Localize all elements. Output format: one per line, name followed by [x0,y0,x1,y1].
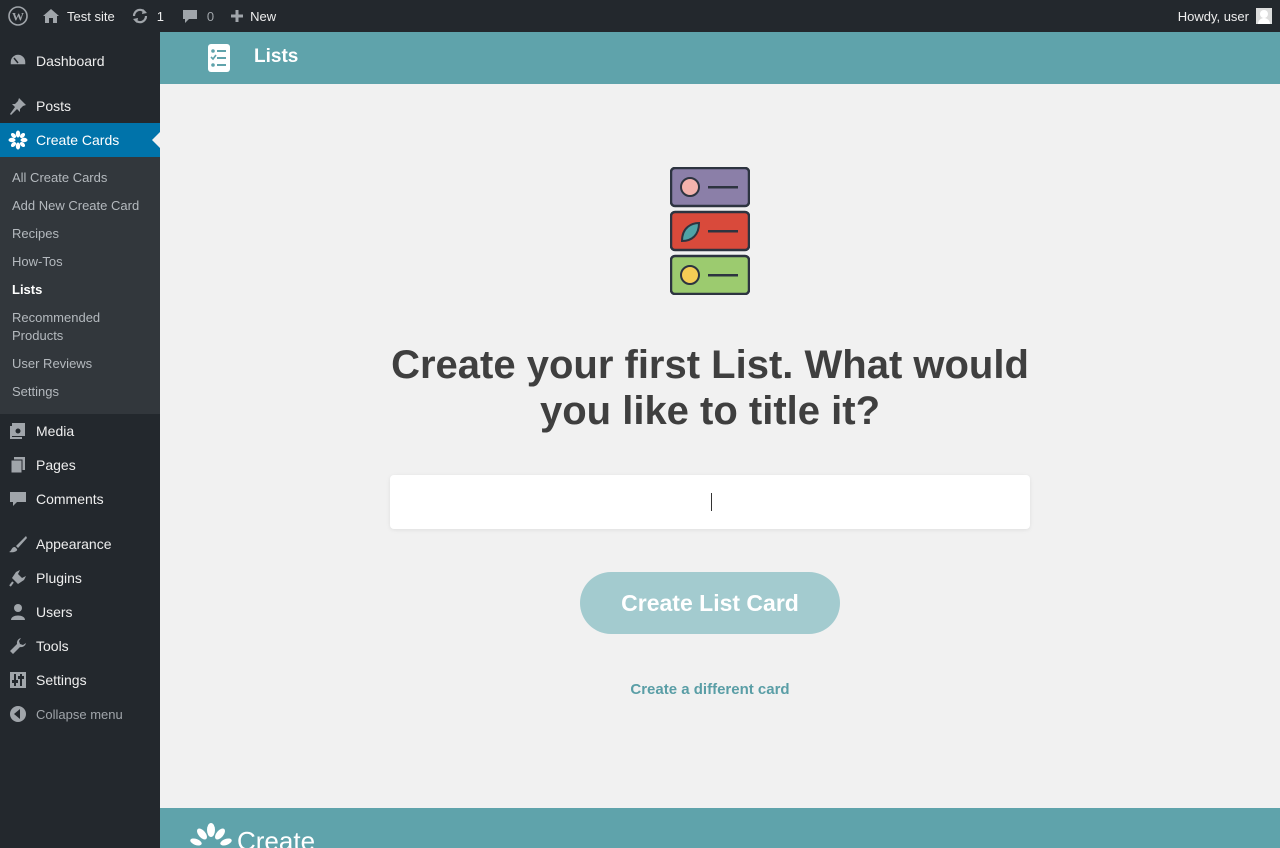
menu-plugins-label: Plugins [36,570,82,586]
menu-comments-label: Comments [36,491,104,507]
submenu-user-reviews[interactable]: User Reviews [0,350,160,378]
menu-create-cards-label: Create Cards [36,132,120,148]
new-content-link[interactable]: New [222,0,284,32]
my-account-link[interactable]: Howdy, user [1170,0,1280,32]
create-prompt-heading: Create your first List. What would you l… [391,343,1029,433]
menu-tools-label: Tools [36,638,69,654]
menu-pages[interactable]: Pages [0,448,160,482]
paintbrush-icon [8,534,28,554]
list-illustration [669,166,751,296]
collapse-arrow-icon [8,704,28,724]
submenu-all-create-cards[interactable]: All Create Cards [0,164,160,192]
avatar [1256,8,1272,24]
updates-link[interactable]: 1 [123,0,173,32]
admin-sidebar: Dashboard Posts Create Cards All Create … [0,32,160,848]
create-list-card-button[interactable]: Create List Card [580,572,840,634]
create-logo-icon [190,822,232,848]
menu-comments[interactable]: Comments [0,482,160,516]
site-name: Test site [67,8,115,24]
wrench-icon [8,636,28,656]
text-caret [711,493,712,511]
updates-count: 1 [156,8,164,24]
submenu-recipes[interactable]: Recipes [0,220,160,248]
plus-icon [230,9,244,23]
menu-appearance[interactable]: Appearance [0,527,160,561]
howdy-text: Howdy, user [1177,8,1249,24]
collapse-menu-label: Collapse menu [36,706,123,722]
menu-create-cards[interactable]: Create Cards [0,123,160,157]
menu-pages-label: Pages [36,457,76,473]
settings-sliders-icon [8,670,28,690]
wordpress-logo-icon[interactable]: W [0,0,34,32]
page-title: Lists [254,46,299,67]
menu-dashboard-label: Dashboard [36,53,105,69]
menu-users-label: Users [36,604,73,620]
media-icon [8,421,28,441]
admin-bar: W Test site 1 0 New Howdy, user [0,0,1280,32]
list-title-input[interactable] [390,475,1030,529]
menu-posts[interactable]: Posts [0,89,160,123]
comments-link[interactable]: 0 [173,0,222,32]
comments-count: 0 [206,8,215,24]
menu-settings[interactable]: Settings [0,663,160,697]
submenu-settings[interactable]: Settings [0,378,160,406]
home-icon [42,8,60,24]
main-content: Create your first List. What would you l… [160,84,1280,808]
submenu-add-new-create-card[interactable]: Add New Create Card [0,192,160,220]
comments-icon [8,489,28,509]
pages-icon [8,455,28,475]
dashboard-icon [8,51,28,71]
user-icon [8,602,28,622]
submenu-lists[interactable]: Lists [0,276,160,304]
new-label: New [250,8,277,24]
menu-users[interactable]: Users [0,595,160,629]
menu-tools[interactable]: Tools [0,629,160,663]
comment-bubble-icon [181,7,199,25]
plugin-icon [8,568,28,588]
create-cards-submenu: All Create Cards Add New Create Card Rec… [0,157,160,414]
menu-media[interactable]: Media [0,414,160,448]
menu-plugins[interactable]: Plugins [0,561,160,595]
menu-settings-label: Settings [36,672,87,688]
create-footer: Create [160,808,1280,848]
menu-appearance-label: Appearance [36,536,112,552]
collapse-menu-button[interactable]: Collapse menu [0,697,160,731]
site-name-link[interactable]: Test site [34,0,123,32]
create-brand-name: Create [237,826,316,848]
create-flower-icon [8,130,28,150]
submenu-how-tos[interactable]: How-Tos [0,248,160,276]
pin-icon [8,96,28,116]
submenu-recommended-products[interactable]: Recommended Products [0,304,110,350]
svg-text:W: W [12,10,24,24]
create-different-card-link[interactable]: Create a different card [580,681,840,698]
menu-dashboard[interactable]: Dashboard [0,44,160,78]
card-header: Lists [160,32,1280,84]
list-icon [208,44,230,72]
updates-icon [131,7,149,25]
menu-posts-label: Posts [36,98,72,114]
menu-media-label: Media [36,423,75,439]
